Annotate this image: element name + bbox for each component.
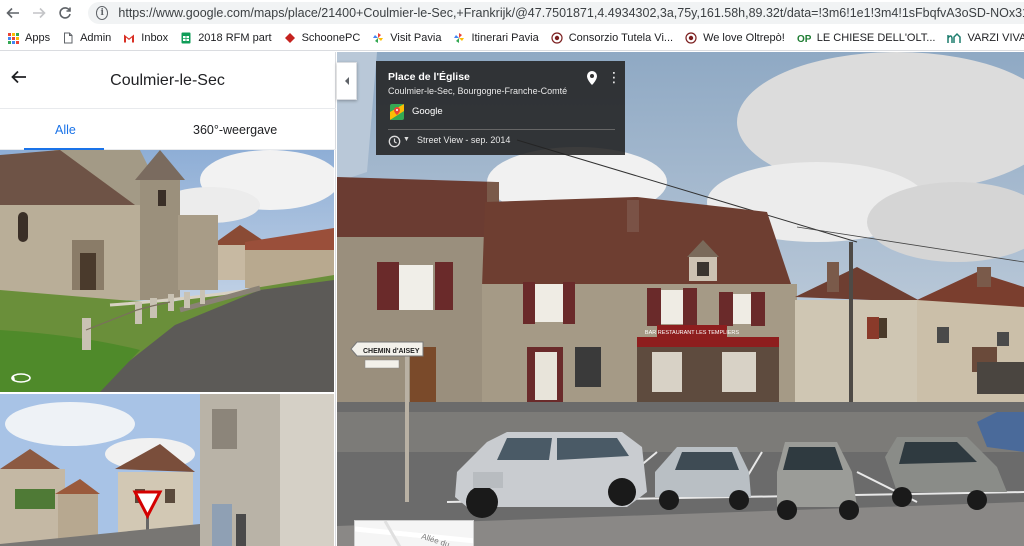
- street-photo: [0, 394, 334, 546]
- shop-sign: BAR RESTAURANT LES TEMPLIERS: [645, 330, 739, 336]
- capture-date[interactable]: Street View - sep. 2014: [417, 135, 510, 145]
- history-clock-icon[interactable]: [388, 135, 401, 148]
- bookmark-admin[interactable]: Admin: [62, 32, 111, 44]
- google-maps-icon: [390, 104, 404, 120]
- bookmark-label: We love Oltrepò!: [703, 32, 785, 44]
- page-icon: [64, 32, 73, 44]
- photo-thumbnail-1[interactable]: [0, 150, 334, 392]
- photo-thumbnail-2[interactable]: [0, 394, 334, 546]
- bookmark-label: Visit Pavia: [390, 32, 442, 44]
- back-button[interactable]: [0, 2, 26, 24]
- street-sign: CHEMIN d'AISEY: [363, 348, 420, 355]
- gmail-icon: [124, 34, 135, 43]
- bookmark-label: Apps: [25, 32, 51, 44]
- church-photo: [0, 150, 334, 392]
- collapse-panel-button[interactable]: [337, 62, 357, 100]
- browser-toolbar: i https://www.google.com/maps/place/2140…: [0, 0, 1024, 26]
- place-title: Place de l'Église: [388, 71, 470, 83]
- bookmark-label: Admin: [80, 32, 112, 44]
- schoonepc-icon: [284, 33, 295, 43]
- provider-label: Google: [412, 106, 443, 117]
- arrow-right-icon: [33, 7, 46, 19]
- bookmark-label: Itinerari Pavia: [471, 32, 539, 44]
- pinwheel-icon: [454, 33, 465, 43]
- map-pin-icon[interactable]: [587, 71, 597, 85]
- street-view-info-card: Place de l'Église Coulmier-le-Sec, Bourg…: [376, 61, 625, 155]
- bookmark-inbox[interactable]: Inbox: [123, 32, 168, 44]
- bookmark-rfm[interactable]: 2018 RFM part: [180, 32, 272, 44]
- sheets-icon: [181, 32, 191, 44]
- reload-button[interactable]: [52, 2, 78, 24]
- apps-grid-icon: [8, 32, 19, 44]
- svg-text:OP: OP: [797, 34, 811, 44]
- url-text[interactable]: https://www.google.com/maps/place/21400+…: [118, 6, 1024, 20]
- forward-button[interactable]: [26, 2, 52, 24]
- seal-icon: [685, 32, 697, 44]
- bookmark-varzi-viva[interactable]: VARZI VIVA Cultural...: [947, 32, 1024, 44]
- panel-header: Coulmier-le-Sec: [0, 52, 335, 108]
- more-options-icon[interactable]: ⋮: [607, 70, 621, 84]
- tab-360[interactable]: 360°-weergave: [193, 123, 277, 137]
- chevron-down-icon[interactable]: ▼: [403, 136, 410, 143]
- seal-icon: [551, 32, 563, 44]
- bookmark-label: 2018 RFM part: [198, 32, 272, 44]
- mini-map[interactable]: Allée du: [354, 520, 474, 546]
- 360-view-icon: [11, 373, 31, 383]
- op-logo-icon: OP: [797, 34, 811, 44]
- bookmark-visit-pavia[interactable]: Visit Pavia: [372, 32, 441, 44]
- bookmark-label: Inbox: [141, 32, 169, 44]
- bookmark-label: VARZI VIVA Cultural...: [967, 32, 1024, 44]
- photo-panel: Coulmier-le-Sec Alle 360°-weergave: [0, 52, 336, 546]
- tab-alle[interactable]: Alle: [55, 123, 76, 137]
- bookmark-label: SchoonePC: [301, 32, 361, 44]
- tab-bar: Alle 360°-weergave: [0, 108, 336, 150]
- reload-icon: [59, 7, 71, 19]
- bookmark-itinerari-pavia[interactable]: Itinerari Pavia: [453, 32, 539, 44]
- address-bar[interactable]: i https://www.google.com/maps/place/2140…: [88, 2, 1024, 24]
- bookmark-label: LE CHIESE DELL'OLT...: [816, 32, 936, 44]
- bookmark-apps[interactable]: Apps: [8, 32, 50, 44]
- bookmark-label: Consorzio Tutela Vi...: [568, 32, 674, 44]
- bookmark-we-love-oltrepo[interactable]: We love Oltrepò!: [685, 32, 785, 44]
- bookmark-le-chiese[interactable]: OP LE CHIESE DELL'OLT...: [797, 32, 936, 44]
- card-divider: [388, 129, 615, 130]
- panel-title: Coulmier-le-Sec: [110, 72, 225, 89]
- place-address: Coulmier-le-Sec, Bourgogne-Franche-Comté: [388, 86, 568, 96]
- bookmarks-bar: Apps Admin Inbox 2018 RFM part SchoonePC…: [0, 26, 1024, 51]
- varzi-logo-icon: [947, 32, 962, 43]
- pinwheel-icon: [373, 33, 384, 43]
- info-icon[interactable]: i: [96, 6, 109, 20]
- mini-map-roads: [355, 521, 473, 546]
- arrow-left-icon: [6, 7, 19, 19]
- chevron-left-icon: [344, 77, 349, 85]
- bookmark-schoonepc[interactable]: SchoonePC: [284, 32, 361, 44]
- bookmark-consorzio[interactable]: Consorzio Tutela Vi...: [551, 32, 673, 44]
